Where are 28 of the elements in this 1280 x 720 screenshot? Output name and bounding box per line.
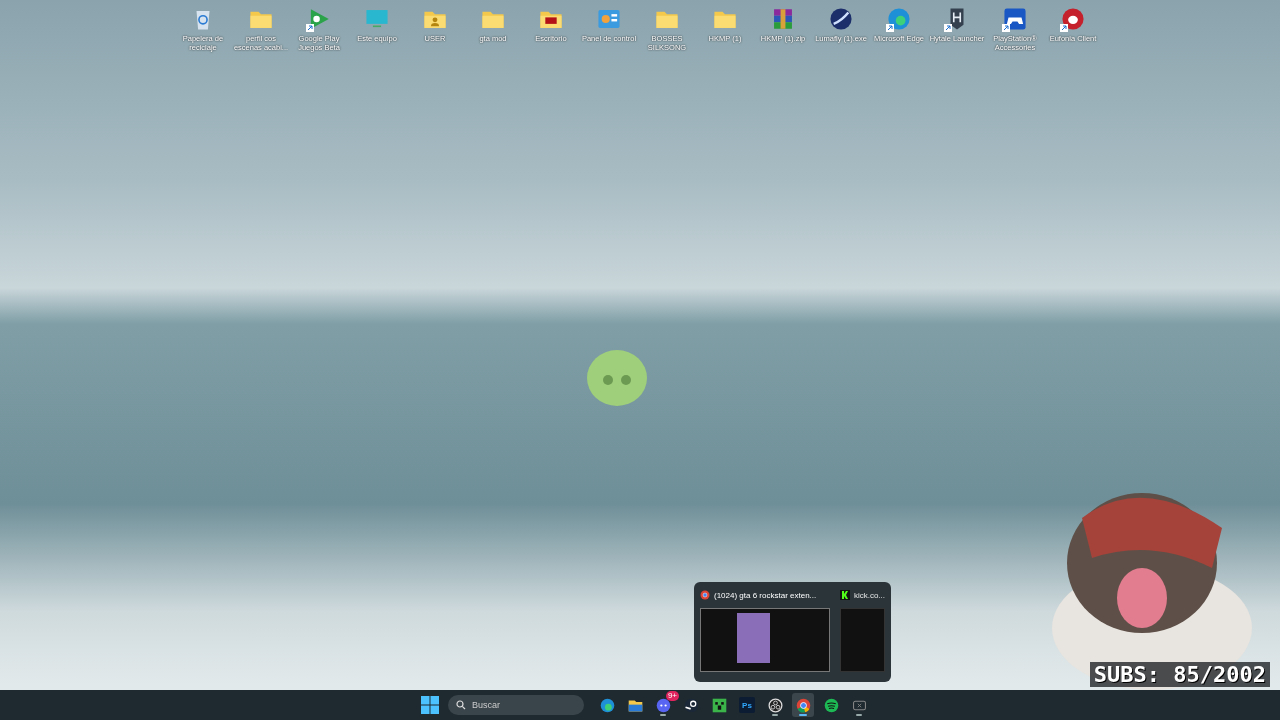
photoshop-icon[interactable]: Ps xyxy=(739,697,755,713)
chrome-icon xyxy=(700,590,710,600)
search-field[interactable]: Buscar xyxy=(448,695,584,715)
windows-start-icon[interactable] xyxy=(420,695,440,715)
shortcut-arrow-icon xyxy=(944,24,952,32)
window-preview-title[interactable]: (1024) gta 6 rockstar exten... xyxy=(700,586,830,604)
gamepad-icon xyxy=(1002,6,1028,32)
creeper-icon[interactable] xyxy=(710,696,728,714)
chrome-icon[interactable] xyxy=(794,696,812,714)
bug-icon xyxy=(1060,6,1086,32)
notification-badge: 9+ xyxy=(665,691,679,701)
edge-icon[interactable] xyxy=(598,696,616,714)
shortcut-arrow-icon xyxy=(1002,24,1010,32)
spotify-icon[interactable] xyxy=(822,696,840,714)
shortcut-arrow-icon xyxy=(1060,24,1068,32)
orb-icon xyxy=(828,6,854,32)
steam-icon[interactable] xyxy=(682,696,700,714)
window-thumbnail[interactable] xyxy=(839,608,885,672)
obs-icon[interactable] xyxy=(766,696,784,714)
shortcut-arrow-icon xyxy=(306,24,314,32)
shortcut-arrow-icon xyxy=(886,24,894,32)
window-preview-title[interactable]: kick.co... xyxy=(839,586,885,604)
window-thumbnail[interactable] xyxy=(700,608,830,672)
subs-counter: SUBS: 85/2002 xyxy=(1089,662,1270,687)
discord-icon[interactable] xyxy=(654,696,672,714)
search-icon xyxy=(456,700,466,710)
k-logo-icon xyxy=(839,590,850,600)
edge-icon xyxy=(886,6,912,32)
